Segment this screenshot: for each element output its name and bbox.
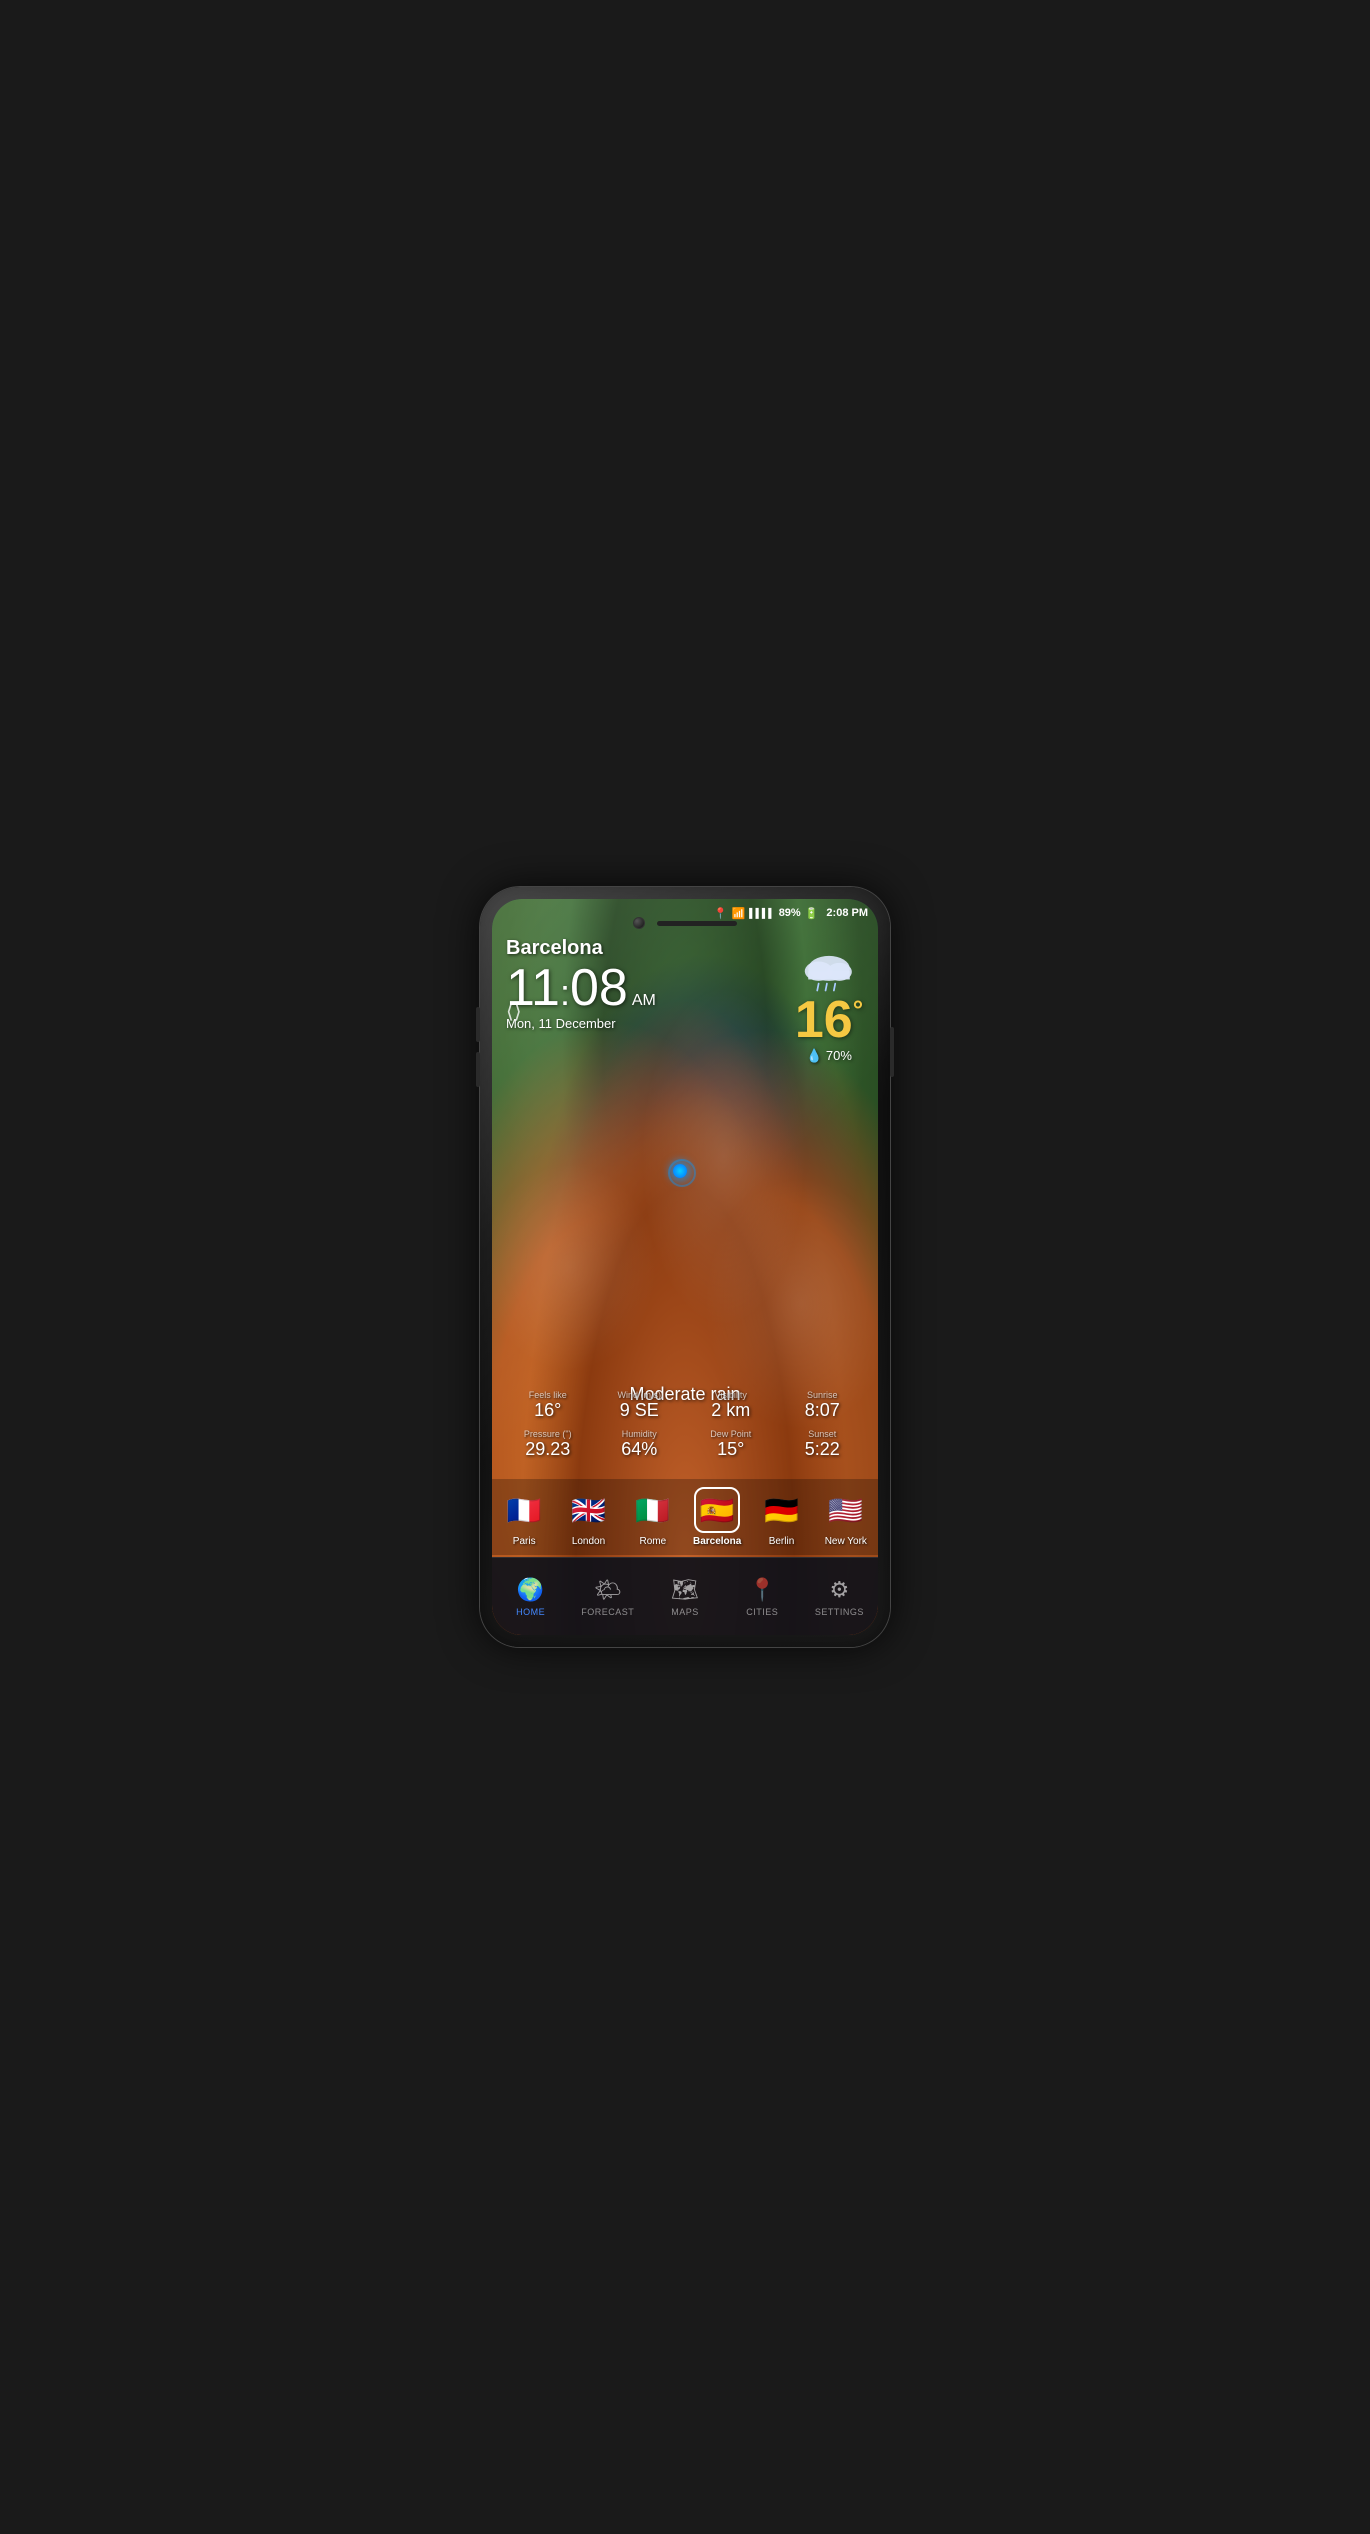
- maps-label: MAPS: [671, 1607, 699, 1617]
- earpiece-speaker: [657, 921, 737, 926]
- phone-screen: 📍 📶 ▌▌▌▌ 89% 🔋 2:08 PM Barcelona 11 : 08…: [492, 899, 878, 1635]
- stat-sunset: Sunset 5:22: [777, 1425, 869, 1465]
- front-camera: [633, 917, 645, 929]
- signal-status-icon: ▌▌▌▌: [749, 908, 775, 918]
- london-label: London: [572, 1536, 605, 1547]
- rain-cloud-icon: [794, 949, 864, 994]
- barcelona-flag: 🇪🇸: [694, 1487, 740, 1533]
- paris-flag: 🇫🇷: [501, 1487, 547, 1533]
- city-paris[interactable]: 🇫🇷 Paris: [492, 1487, 556, 1547]
- berlin-flag: 🇩🇪: [758, 1487, 804, 1533]
- time-ampm: AM: [632, 992, 656, 1010]
- forecast-icon: 🌤: [594, 1577, 622, 1603]
- time-separator: :: [560, 972, 570, 1014]
- nav-cities[interactable]: 📍 CITIES: [724, 1569, 801, 1625]
- stat-sunrise: Sunrise 8:07: [777, 1386, 869, 1426]
- home-label: HOME: [516, 1607, 545, 1617]
- cities-row: 🇫🇷 Paris 🇬🇧 London 🇮🇹 Rome 🇪🇸 Barcelona …: [492, 1479, 878, 1555]
- nav-forecast[interactable]: 🌤 FORECAST: [569, 1569, 646, 1625]
- city-barcelona[interactable]: 🇪🇸 Barcelona: [685, 1487, 749, 1547]
- weather-stats-grid: Feels like 16° Wind (m/s) 9 SE Visibilit…: [492, 1386, 878, 1465]
- power-button[interactable]: [890, 1027, 894, 1077]
- phone-frame: 📍 📶 ▌▌▌▌ 89% 🔋 2:08 PM Barcelona 11 : 08…: [480, 887, 890, 1647]
- nav-settings[interactable]: ⚙ SETTINGS: [801, 1569, 878, 1625]
- cities-icon: 📍: [749, 1577, 776, 1603]
- battery-percent: 89%: [779, 907, 801, 919]
- rome-flag: 🇮🇹: [630, 1487, 676, 1533]
- time-minutes: 08: [570, 962, 628, 1014]
- london-flag: 🇬🇧: [566, 1487, 612, 1533]
- new-york-flag: 🇺🇸: [823, 1487, 869, 1533]
- city-new-york[interactable]: 🇺🇸 New York: [814, 1487, 878, 1547]
- volume-up-button[interactable]: [476, 1007, 480, 1042]
- paris-label: Paris: [513, 1536, 536, 1547]
- stat-humidity: Humidity 64%: [594, 1425, 686, 1465]
- weather-icon-container: [794, 949, 864, 994]
- status-time: 2:08 PM: [826, 907, 868, 919]
- rome-label: Rome: [639, 1536, 666, 1547]
- cities-label: CITIES: [746, 1607, 778, 1617]
- temperature-display: 16°: [794, 994, 864, 1046]
- nav-maps[interactable]: 🗺 MAPS: [646, 1569, 723, 1625]
- maps-icon: 🗺: [671, 1577, 699, 1603]
- stat-visibility: Visibility 2 km: [685, 1386, 777, 1426]
- humidity-display: 💧 70%: [794, 1048, 864, 1064]
- city-london[interactable]: 🇬🇧 London: [556, 1487, 620, 1547]
- stat-dew-point: Dew Point 15°: [685, 1425, 777, 1465]
- stat-feels-like: Feels like 16°: [502, 1386, 594, 1426]
- city-rome[interactable]: 🇮🇹 Rome: [621, 1487, 685, 1547]
- bottom-navigation: 🌍 HOME 🌤 FORECAST 🗺 MAPS 📍 CITIES ⚙ SETT…: [492, 1557, 878, 1635]
- phone-top-bar: [633, 917, 737, 929]
- berlin-label: Berlin: [769, 1536, 795, 1547]
- city-berlin[interactable]: 🇩🇪 Berlin: [749, 1487, 813, 1547]
- settings-icon: ⚙: [830, 1577, 850, 1603]
- volume-down-button[interactable]: [476, 1052, 480, 1087]
- share-icon[interactable]: ⟨⟩: [506, 999, 522, 1024]
- home-icon: 🌍: [517, 1577, 544, 1603]
- stat-pressure: Pressure (") 29.23: [502, 1425, 594, 1465]
- new-york-label: New York: [825, 1536, 867, 1547]
- weather-right-panel: 16° 💧 70%: [794, 949, 864, 1064]
- settings-label: SETTINGS: [815, 1607, 864, 1617]
- forecast-label: FORECAST: [581, 1607, 634, 1617]
- nav-home[interactable]: 🌍 HOME: [492, 1569, 569, 1625]
- stat-wind: Wind (m/s) 9 SE: [594, 1386, 686, 1426]
- barcelona-location-dot: [673, 1164, 687, 1178]
- barcelona-label: Barcelona: [693, 1536, 741, 1547]
- battery-icon: 🔋: [805, 907, 819, 920]
